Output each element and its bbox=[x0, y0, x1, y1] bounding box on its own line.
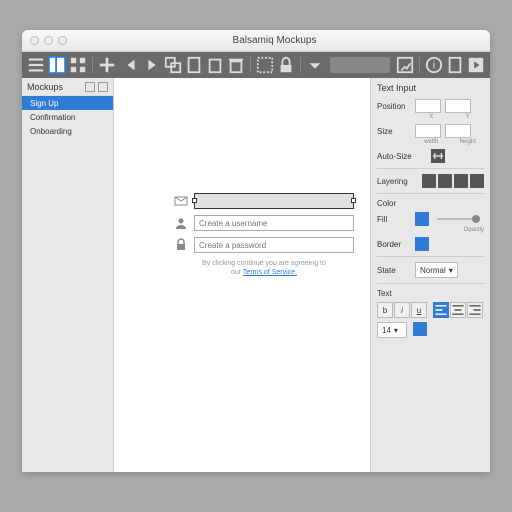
sidebar-item-signup[interactable]: Sign Up bbox=[22, 96, 113, 110]
paste-button[interactable] bbox=[206, 56, 224, 74]
content-area: Mockups Sign Up Confirmation Onboarding bbox=[22, 78, 490, 472]
position-y-input[interactable] bbox=[445, 99, 471, 113]
height-input[interactable] bbox=[445, 124, 471, 138]
minimize-window-button[interactable] bbox=[44, 36, 53, 45]
copy-button[interactable] bbox=[185, 56, 203, 74]
italic-button[interactable]: i bbox=[394, 302, 410, 318]
view-list-button[interactable] bbox=[48, 56, 66, 74]
info-button[interactable]: i bbox=[425, 56, 443, 74]
send-backward-button[interactable] bbox=[454, 174, 468, 188]
inspector-title: Text Input bbox=[377, 83, 484, 93]
mail-icon bbox=[174, 194, 188, 208]
view-grid-button[interactable] bbox=[69, 56, 87, 74]
state-select[interactable]: Normal▾ bbox=[415, 262, 458, 278]
bring-forward-button[interactable] bbox=[438, 174, 452, 188]
quick-add-search[interactable] bbox=[330, 57, 390, 73]
fill-color-swatch[interactable] bbox=[415, 212, 429, 226]
zoom-dropdown[interactable] bbox=[306, 56, 324, 74]
fullscreen-button[interactable] bbox=[467, 56, 485, 74]
undo-button[interactable] bbox=[122, 56, 140, 74]
canvas[interactable]: By clicking continue you are agreeing to… bbox=[114, 78, 370, 472]
window-controls bbox=[30, 36, 67, 45]
bring-front-button[interactable] bbox=[422, 174, 436, 188]
signup-form-mockup: By clicking continue you are agreeing to… bbox=[174, 193, 354, 277]
group-button[interactable] bbox=[256, 56, 274, 74]
main-toolbar: i bbox=[22, 52, 490, 78]
window-title: Balsamiq Mockups bbox=[67, 35, 482, 46]
fill-label: Fill bbox=[377, 215, 411, 224]
sidebar-header: Mockups bbox=[22, 78, 113, 96]
add-button[interactable] bbox=[98, 56, 116, 74]
terms-text: By clicking continue you are agreeing to… bbox=[174, 259, 354, 277]
width-input[interactable] bbox=[415, 124, 441, 138]
email-input-element[interactable] bbox=[194, 193, 354, 209]
layering-label: Layering bbox=[377, 177, 417, 186]
username-input-element[interactable] bbox=[194, 215, 354, 231]
properties-button[interactable] bbox=[446, 56, 464, 74]
sidebar-item-confirmation[interactable]: Confirmation bbox=[22, 110, 113, 124]
text-label: Text bbox=[377, 289, 484, 298]
svg-text:i: i bbox=[433, 60, 435, 72]
send-back-button[interactable] bbox=[470, 174, 484, 188]
fontsize-select[interactable]: 14▾ bbox=[377, 322, 407, 338]
align-center-button[interactable] bbox=[450, 302, 466, 318]
sidebar-item-onboarding[interactable]: Onboarding bbox=[22, 124, 113, 138]
close-window-button[interactable] bbox=[30, 36, 39, 45]
redo-button[interactable] bbox=[143, 56, 161, 74]
chevron-down-icon: ▾ bbox=[449, 266, 453, 275]
sidebar-title: Mockups bbox=[27, 82, 63, 92]
color-label: Color bbox=[377, 199, 484, 208]
menu-icon[interactable] bbox=[27, 56, 45, 74]
delete-button[interactable] bbox=[227, 56, 245, 74]
border-color-swatch[interactable] bbox=[415, 237, 429, 251]
inspector-panel: Text Input Position X Y Size width heigh… bbox=[370, 78, 490, 472]
chevron-down-icon: ▾ bbox=[394, 326, 398, 335]
underline-button[interactable]: u bbox=[411, 302, 427, 318]
size-label: Size bbox=[377, 127, 411, 136]
terms-link[interactable]: Terms of Service. bbox=[243, 269, 297, 276]
border-label: Border bbox=[377, 240, 411, 249]
password-input-element[interactable] bbox=[194, 237, 354, 253]
state-label: State bbox=[377, 266, 411, 275]
resize-handle-left[interactable] bbox=[192, 198, 197, 203]
opacity-slider[interactable] bbox=[437, 218, 480, 220]
app-window: Balsamiq Mockups i Mockups bbox=[22, 30, 490, 472]
position-x-input[interactable] bbox=[415, 99, 441, 113]
lock-icon bbox=[174, 238, 188, 252]
autosize-label: Auto-Size bbox=[377, 152, 427, 161]
mockups-sidebar: Mockups Sign Up Confirmation Onboarding bbox=[22, 78, 114, 472]
align-right-button[interactable] bbox=[467, 302, 483, 318]
duplicate-button[interactable] bbox=[164, 56, 182, 74]
library-button[interactable] bbox=[396, 56, 414, 74]
zoom-window-button[interactable] bbox=[58, 36, 67, 45]
resize-handle-right[interactable] bbox=[351, 198, 356, 203]
text-color-swatch[interactable] bbox=[413, 322, 427, 336]
align-left-button[interactable] bbox=[433, 302, 449, 318]
sidebar-view-toggle[interactable] bbox=[85, 82, 95, 92]
position-label: Position bbox=[377, 102, 411, 111]
sidebar-menu-button[interactable] bbox=[98, 82, 108, 92]
titlebar: Balsamiq Mockups bbox=[22, 30, 490, 52]
lock-button[interactable] bbox=[277, 56, 295, 74]
autosize-button[interactable] bbox=[431, 149, 445, 163]
user-icon bbox=[174, 216, 188, 230]
bold-button[interactable]: b bbox=[377, 302, 393, 318]
